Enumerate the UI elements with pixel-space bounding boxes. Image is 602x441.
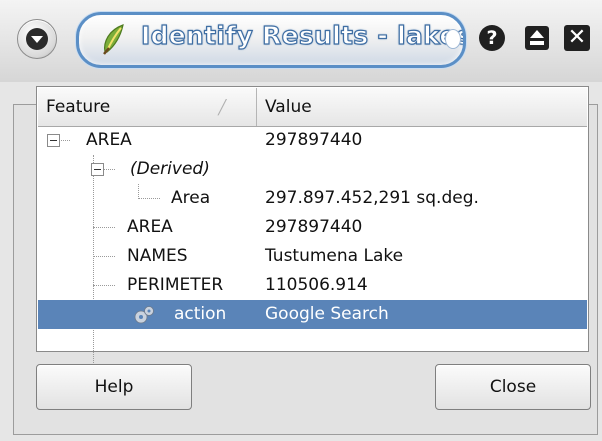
feature-value: 297897440 <box>265 130 363 150</box>
tree-header: Feature ╱ Value <box>38 88 587 127</box>
chevron-down-icon <box>26 28 48 50</box>
tree-row-names[interactable]: NAMES Tustumena Lake <box>38 242 587 271</box>
close-icon: ✕ <box>564 25 590 51</box>
results-tree[interactable]: Feature ╱ Value AREA 297897440 (Derived)… <box>36 86 589 365</box>
window-help-button[interactable]: ? <box>476 22 508 54</box>
tree-row-area-derived[interactable]: Area 297.897.452,291 sq.deg. <box>38 184 587 213</box>
window-title-pill[interactable]: Identify Results - lakes <box>76 12 466 68</box>
tree-row-area[interactable]: AREA 297897440 <box>38 213 587 242</box>
feature-name: action <box>174 304 227 324</box>
sort-indicator-icon: ╱ <box>218 100 227 116</box>
feature-value: 110506.914 <box>265 275 368 295</box>
feature-value: 297.897.452,291 sq.deg. <box>265 188 479 208</box>
feature-value: Tustumena Lake <box>265 246 404 266</box>
close-button[interactable]: Close <box>435 364 591 410</box>
feature-name: Area <box>171 188 211 208</box>
feature-value: 297897440 <box>265 217 363 237</box>
tree-row-action[interactable]: action Google Search <box>38 300 587 329</box>
feature-name: AREA <box>127 217 173 237</box>
column-header-value-label: Value <box>265 97 312 117</box>
help-button[interactable]: Help <box>36 364 192 410</box>
window-shade-button[interactable] <box>521 22 553 54</box>
collapse-icon[interactable] <box>47 134 60 147</box>
feature-name: AREA <box>86 130 132 150</box>
feature-value: Google Search <box>265 304 389 324</box>
gear-icon <box>134 306 154 324</box>
column-header-value[interactable]: Value <box>257 88 587 126</box>
feature-name: NAMES <box>127 246 188 266</box>
title-bar: Identify Results - lakes ? ✕ <box>0 0 602 82</box>
feature-name: PERIMETER <box>127 275 224 295</box>
window-menu-button[interactable] <box>17 19 57 59</box>
collapse-icon[interactable] <box>91 163 104 176</box>
qgis-leaf-icon <box>103 24 124 55</box>
eject-icon <box>525 26 549 50</box>
window-title: Identify Results - lakes <box>140 20 466 50</box>
title-end-cap <box>445 29 461 49</box>
window-close-button[interactable]: ✕ <box>561 22 593 54</box>
column-header-feature-label: Feature <box>46 97 111 117</box>
tree-row-derived[interactable]: (Derived) <box>38 155 587 184</box>
help-icon: ? <box>479 25 505 51</box>
tree-row-area-root[interactable]: AREA 297897440 <box>38 126 587 155</box>
feature-name: (Derived) <box>130 159 210 179</box>
tree-row-perimeter[interactable]: PERIMETER 110506.914 <box>38 271 587 300</box>
column-header-feature[interactable]: Feature ╱ <box>38 88 257 126</box>
